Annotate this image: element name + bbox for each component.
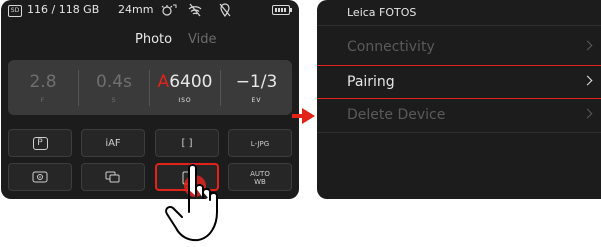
menu-item-pairing[interactable]: Pairing: [317, 65, 601, 99]
battery-icon: [272, 5, 292, 15]
capture-mode-switch[interactable]: Photo Vide: [1, 32, 299, 50]
mode-photo[interactable]: Photo: [135, 32, 172, 47]
exposure-mode-tile[interactable]: P: [8, 129, 72, 157]
drive-mode-tile[interactable]: [81, 163, 145, 191]
aperture-setting[interactable]: 2.8 F: [8, 60, 78, 115]
iso-auto-indicator: A: [157, 72, 170, 92]
tap-gesture-hand-icon: [165, 164, 218, 242]
focus-field-tile[interactable]: [ ]: [155, 129, 219, 157]
program-mode-icon: P: [32, 136, 48, 150]
menu-title: Leica FOTOS: [347, 6, 417, 19]
menu-item-connectivity[interactable]: Connectivity: [317, 31, 601, 65]
chevron-right-icon: [582, 40, 593, 51]
exposure-panel: 2.8 F 0.4s S A6400 ISO −1/3 EV: [8, 60, 292, 115]
af-mode-tile[interactable]: iAF: [81, 129, 145, 157]
fotos-menu-screen: Leica FOTOS Connectivity Pairing Delete …: [317, 0, 601, 199]
status-bar: SD 116 / 118 GB 24mm: [1, 0, 299, 20]
exposure-compensation-setting[interactable]: −1/3 EV: [221, 60, 292, 115]
drive-mode-icon: [105, 171, 120, 183]
camera-screen: SD 116 / 118 GB 24mm Photo Vide 2.8 F 0.…: [1, 0, 299, 199]
iso-setting[interactable]: A6400 ISO: [150, 60, 220, 115]
menu-item-delete-device[interactable]: Delete Device: [317, 99, 601, 133]
storage-capacity: 116 / 118 GB: [27, 3, 100, 16]
gps-off-icon: [219, 3, 231, 17]
chevron-right-icon: [582, 75, 593, 86]
focus-field-icon: [ ]: [181, 138, 193, 149]
metering-tile[interactable]: [8, 163, 72, 191]
chevron-right-icon: [582, 108, 593, 119]
shutter-speed-setting[interactable]: 0.4s S: [79, 60, 149, 115]
sd-card-icon: SD: [8, 5, 22, 17]
wifi-off-icon: [188, 3, 202, 17]
transition-arrow-head: [302, 108, 315, 124]
metering-icon: [32, 171, 48, 183]
light-metering-icon: [161, 4, 177, 16]
focal-length: 24mm: [118, 3, 154, 16]
file-format-tile[interactable]: L-JPG: [228, 129, 292, 157]
divider: [317, 25, 601, 26]
mode-video[interactable]: Vide: [188, 32, 216, 47]
